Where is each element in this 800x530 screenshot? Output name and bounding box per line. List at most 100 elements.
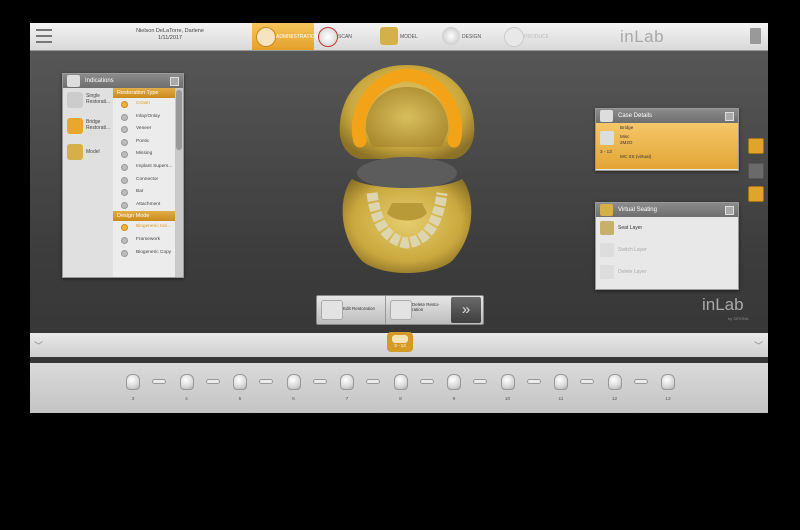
radio-icon: [121, 163, 128, 171]
tooth-number-label: 5: [238, 397, 242, 402]
option-implant[interactable]: Implant Supers...: [113, 161, 175, 174]
delete-layer-button: Delete Layer: [596, 261, 738, 283]
radio-icon: [121, 201, 128, 209]
radio-icon: [121, 236, 128, 244]
delete-restoration-button[interactable]: Delete Resto-ration: [385, 296, 450, 324]
indications-panel: Indications Single Restorati... Bridge R…: [62, 73, 184, 278]
indication-bridge[interactable]: Bridge Restorati...: [63, 114, 113, 140]
design-mode-header: Design Mode: [113, 211, 175, 222]
tooth-number-label: 7: [345, 397, 349, 402]
tooth-8[interactable]: [393, 374, 408, 390]
tooth-4[interactable]: [179, 374, 194, 390]
tooth-number-label: 3: [131, 397, 135, 402]
radio-icon: [121, 138, 128, 146]
chevron-left-icon[interactable]: ﹀: [34, 339, 43, 352]
connector-icon[interactable]: [312, 377, 327, 387]
tooth-9[interactable]: [447, 374, 461, 390]
case-type: Bridge: [620, 125, 634, 130]
connector-icon[interactable]: [580, 377, 594, 387]
virtual-seating-panel: Virtual Seating Seat Layer Switch Layer …: [595, 202, 739, 290]
option-missing[interactable]: Missing: [113, 148, 175, 161]
indication-options: Restoration Type Crown Inlay/Onlay Venee…: [113, 88, 175, 277]
connector-icon[interactable]: [633, 377, 648, 387]
radio-icon: [121, 176, 128, 184]
radio-icon: [121, 249, 128, 257]
edit-tooth-icon: [321, 300, 343, 320]
option-framework[interactable]: Framework: [113, 234, 175, 247]
next-step-button[interactable]: »: [451, 297, 481, 323]
side-tool-book-icon[interactable]: [748, 186, 764, 202]
delete-tooth-icon: [390, 300, 412, 320]
tooth-12[interactable]: [607, 374, 622, 390]
clipboard-icon: [256, 27, 276, 47]
case-block: MC XS (virtual): [620, 154, 652, 159]
pin-icon[interactable]: [725, 206, 734, 215]
exit-icon[interactable]: [750, 28, 761, 44]
side-tool-hand-icon[interactable]: [748, 138, 764, 154]
step-design[interactable]: DESIGN: [438, 23, 500, 50]
lower-jaw: [342, 179, 472, 273]
scan-icon: [318, 27, 338, 47]
tooth-3[interactable]: [126, 374, 140, 390]
inlab-logo: inLab: [620, 27, 665, 46]
connector-icon[interactable]: [366, 377, 380, 387]
side-tool-tooth-icon[interactable]: [748, 163, 764, 179]
tooth-number-label: 4: [185, 397, 188, 402]
indication-single[interactable]: Single Restorati...: [63, 88, 113, 114]
jaw-model-3d[interactable]: [332, 63, 482, 277]
selected-bridge-tab[interactable]: 3 - 13: [387, 332, 413, 352]
connector-icon[interactable]: [473, 377, 487, 387]
scroll-thumb[interactable]: [176, 90, 182, 150]
option-biogeneric-copy[interactable]: Biogeneric Copy: [113, 247, 175, 260]
radio-icon: [121, 189, 128, 197]
connector-icon[interactable]: [526, 377, 541, 387]
option-inlay-onlay[interactable]: Inlay/Onlay: [113, 111, 175, 124]
design-icon: [442, 27, 460, 45]
case-details-body[interactable]: Bridge Misc 2M2O 3 - 13 MC XS (virtual): [596, 123, 738, 169]
tooth-strip: 3 4 5 6 7 8 9 10 11 12 13: [30, 363, 768, 413]
option-attachment[interactable]: Attachment: [113, 199, 175, 212]
seat-layer-icon: [600, 221, 614, 235]
hamburger-menu-icon[interactable]: [36, 29, 52, 43]
indications-scrollbar[interactable]: [175, 88, 183, 277]
case-range: 3 - 13: [600, 149, 612, 154]
radio-icon: [121, 224, 128, 232]
option-pontic[interactable]: Pontic: [113, 136, 175, 149]
chevron-right-icon[interactable]: ﹀: [754, 339, 763, 352]
edit-restoration-button[interactable]: Edit Restoration: [317, 296, 381, 324]
case-material: Misc: [620, 134, 630, 139]
connector-icon[interactable]: [205, 377, 220, 387]
tooth-icon: [600, 110, 613, 122]
tooth-icon: [67, 75, 80, 87]
pin-icon[interactable]: [725, 112, 734, 121]
option-biogeneric-individual[interactable]: Biogeneric Ind...: [113, 221, 175, 234]
seat-layer-button[interactable]: Seat Layer: [596, 217, 738, 239]
option-bar[interactable]: Bar: [113, 186, 175, 199]
step-scan[interactable]: SCAN: [314, 23, 376, 50]
connector-icon[interactable]: [419, 377, 434, 387]
tooth-5[interactable]: [233, 374, 247, 390]
produce-icon: [504, 27, 524, 47]
tooth-6[interactable]: [286, 374, 301, 390]
tooth-13[interactable]: [661, 374, 675, 390]
option-veneer[interactable]: Veneer: [113, 123, 175, 136]
connector-icon[interactable]: [152, 377, 166, 387]
tooth-7[interactable]: [340, 374, 354, 390]
patient-date: 1/11/2017: [157, 35, 183, 41]
step-produce: PRODUCE: [500, 23, 562, 50]
pin-icon[interactable]: [170, 77, 179, 86]
step-administration[interactable]: ADMINISTRATION: [252, 23, 318, 50]
connector-icon[interactable]: [259, 377, 273, 387]
radio-icon: [121, 151, 128, 159]
option-connector[interactable]: Connector: [113, 174, 175, 187]
case-details-header: Case Details: [596, 109, 738, 123]
single-tooth-icon: [67, 92, 83, 108]
option-crown[interactable]: Crown: [113, 98, 175, 111]
inlab-window: Nielson DeLaTorre, Darlene 1/11/2017 ADM…: [30, 23, 768, 413]
sirona-brand: by SIRONA: [728, 316, 749, 321]
tooth-10[interactable]: [500, 374, 515, 390]
tooth-11[interactable]: [554, 374, 568, 390]
step-model[interactable]: MODEL: [376, 23, 438, 50]
indication-model[interactable]: Model: [63, 140, 113, 166]
restoration-type-header: Restoration Type: [113, 88, 175, 98]
